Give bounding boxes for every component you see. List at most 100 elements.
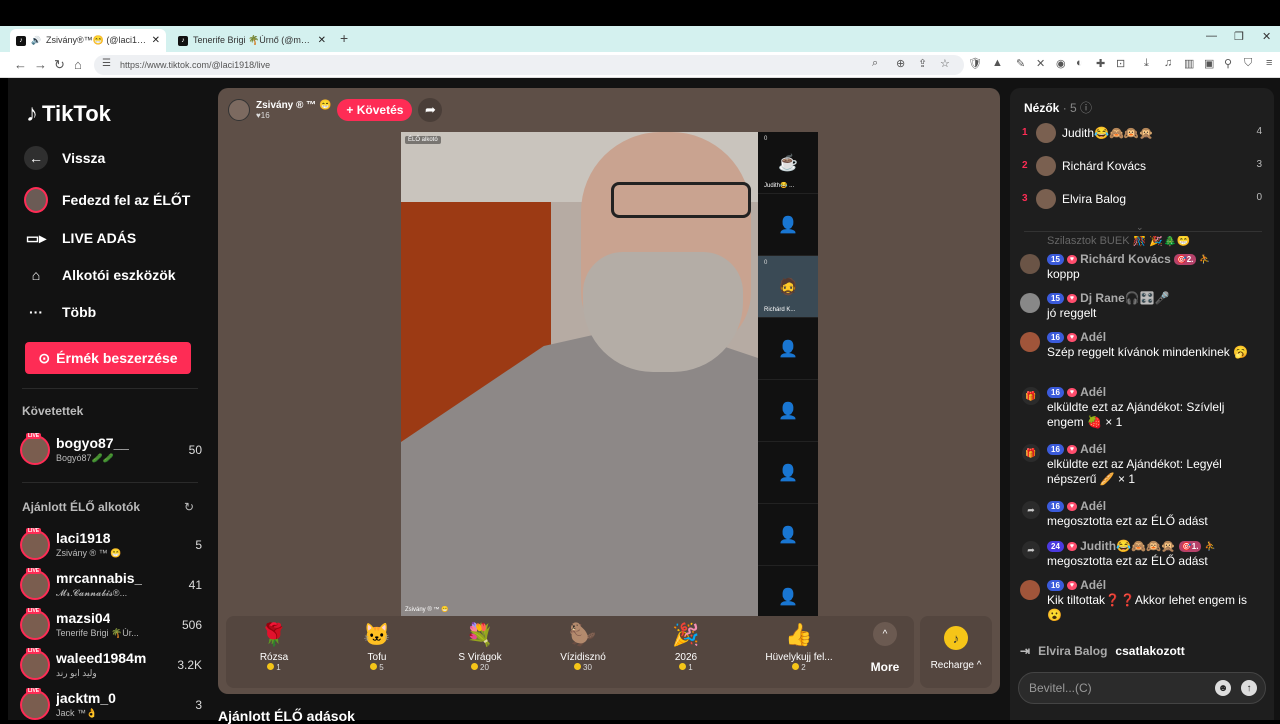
site-settings-icon[interactable]: ☰ (102, 58, 111, 69)
new-tab-icon[interactable]: + (340, 30, 348, 46)
recommended-account[interactable]: LIVE waleed1984m وليد ابو رند 3.2K (20, 648, 202, 684)
viewer-rank: 3 (1022, 193, 1028, 204)
refresh-icon[interactable]: ↻ (184, 500, 194, 514)
sidebar-item-more[interactable]: ··· Több (24, 300, 96, 324)
send-icon[interactable]: ↑ (1241, 680, 1257, 696)
forward-arrow-icon[interactable]: → (34, 57, 47, 72)
back-arrow-icon[interactable]: ← (14, 57, 27, 72)
account-subtitle: Zsivány ® ™ 😁 (56, 548, 122, 558)
guest-slot[interactable]: 0 🧔 Richárd K... (758, 256, 818, 318)
host-name[interactable]: Zsivány ® ™ 😁 (256, 100, 331, 111)
gift-item[interactable]: 💐 S Virágok 20 (432, 622, 528, 672)
close-tab-icon[interactable]: ✕ (152, 35, 160, 46)
gift-item[interactable]: 🐱 Tofu 5 (329, 622, 425, 672)
left-sidebar: ♪ TikTok ← Vissza Fedezd fel az ÉLŐT ▭▸ … (8, 78, 208, 720)
brave-shield-icon[interactable]: 🛡 (968, 57, 982, 70)
info-icon[interactable]: ⓘ (1080, 101, 1092, 115)
emoji-icon[interactable]: ☻ (1215, 680, 1231, 696)
viewer-score: 3 (1256, 159, 1262, 170)
video-glasses (611, 182, 751, 218)
sidebar-item-creator-tools[interactable]: ⌂ Alkotói eszközök (24, 263, 176, 287)
gift-icon: 🎁 (1022, 387, 1040, 405)
follow-button[interactable]: + Követés (337, 99, 413, 121)
guest-avatar: 🧔 (778, 278, 798, 296)
chat-username: Richárd Kovács (1080, 252, 1171, 266)
viewer-name: Judith😂🙈🙉🙊 (1062, 126, 1154, 140)
more-gifts-button[interactable]: ^ More (862, 622, 908, 674)
heart-badge-icon: ♥ (1066, 332, 1078, 342)
back-link[interactable]: ← Vissza (24, 146, 105, 170)
gift-item[interactable]: 🦫 Vízidisznó 30 (535, 622, 631, 672)
extension-icon[interactable]: ⊡ (1116, 57, 1125, 70)
viewer-row[interactable]: 2 Richárd Kovács 3 (1022, 154, 1262, 178)
wallet-icon[interactable]: ▣ (1204, 57, 1214, 70)
gift-price: 2 (801, 663, 806, 672)
recommended-account[interactable]: LIVE mazsi04 Tenerife Brigi 🌴Úr... 506 (20, 608, 202, 644)
sidebar-item-explore-live[interactable]: Fedezd fel az ÉLŐT (24, 187, 190, 213)
extension-icon[interactable]: ✎ (1016, 57, 1025, 70)
share-page-icon[interactable]: ⇪ (918, 57, 927, 70)
joined-user[interactable]: Elvira Balog (1038, 644, 1107, 658)
bookmark-star-icon[interactable]: ☆ (940, 57, 950, 70)
zoom-icon[interactable]: ⊕ (896, 57, 905, 70)
account-name: jacktm_0 (56, 690, 116, 706)
chat-input[interactable]: Bevitel...(C) ☻ ↑ (1018, 672, 1266, 704)
share-icon[interactable]: ➦ (418, 98, 443, 122)
get-coins-button[interactable]: ⊙ Érmék beszerzése (25, 342, 191, 374)
media-icon[interactable]: ♫ (1164, 57, 1172, 69)
sidebar-item-live-studio[interactable]: ▭▸ LIVE ADÁS (24, 226, 136, 250)
host-avatar[interactable] (228, 99, 250, 121)
recharge-button[interactable]: ♪ Recharge ^ (920, 616, 992, 688)
guest-slot[interactable]: 0 ☕ Judith😂 ... (758, 132, 818, 194)
browser-tab-active[interactable]: ♪ 🔊 Zsivány®™😁 (@laci1918) Éi ✕ (10, 29, 166, 52)
guest-slot-empty[interactable]: 👤 (758, 318, 818, 380)
recommended-account[interactable]: LIVE laci1918 Zsivány ® ™ 😁 5 (20, 528, 202, 564)
viewer-row[interactable]: 3 Elvira Balog 0 (1022, 187, 1262, 211)
tiktok-logo[interactable]: ♪ TikTok (26, 100, 111, 128)
puzzle-icon[interactable]: ✚ (1096, 57, 1105, 70)
guest-slot-empty[interactable]: 👤 (758, 442, 818, 504)
gift-item[interactable]: 🌹 Rózsa 1 (226, 622, 322, 672)
gift-item[interactable]: 🎉 2026 1 (638, 622, 734, 672)
heart-badge-icon: ♥ (1066, 541, 1078, 551)
recommended-account[interactable]: LIVE jacktm_0 Jack ™👌 3 (20, 688, 202, 724)
extension-icon[interactable]: ◐ (1076, 57, 1083, 69)
guest-avatar: ☕ (778, 154, 798, 172)
menu-icon[interactable]: ≡ (1266, 57, 1272, 69)
extension-icon[interactable]: ✕ (1036, 57, 1045, 70)
translate-icon[interactable]: ⌕ (872, 57, 878, 70)
account-name: laci1918 (56, 530, 111, 546)
recommended-heading: Ajánlott ÉLŐ alkotók (22, 500, 141, 514)
extension-icon[interactable]: ◉ (1056, 57, 1066, 70)
share-icon: ➦ (1022, 501, 1040, 519)
join-notice: ⇥ Elvira Balog csatlakozott (1020, 644, 1185, 658)
reload-icon[interactable]: ↻ (54, 57, 65, 73)
home-icon[interactable]: ⌂ (74, 57, 82, 72)
live-video[interactable]: ÉLŐ alkotó Zsivány ® ™ 😁 (401, 132, 758, 616)
recommended-account[interactable]: LIVE mrcannabis_ 𝓜𝓻.𝓒𝓪𝓷𝓷𝓪𝓫𝓲𝓼®... 41 (20, 568, 202, 604)
following-account[interactable]: LIVE bogyo87__ Bogyó87🥒🥒 50 (20, 433, 202, 469)
logo-text: TikTok (42, 101, 111, 126)
avatar (20, 610, 50, 640)
browser-tab[interactable]: ♪ Tenerife Brigi 🌴Úrnő (@mazsi04) Él ✕ (172, 29, 332, 52)
more-label: More (870, 660, 900, 674)
close-window-icon[interactable]: ✕ (1262, 30, 1271, 43)
sidebar-icon[interactable]: ▥ (1184, 57, 1194, 70)
download-icon[interactable]: ⤓ (1144, 57, 1149, 70)
guest-slot-empty[interactable]: 👤 (758, 380, 818, 442)
gift-item[interactable]: 👍 Hüvelykujj fel... 2 (746, 622, 852, 672)
extension-icon[interactable]: ⚲ (1224, 57, 1232, 70)
guest-slot-empty[interactable]: 👤 (758, 194, 818, 256)
viewer-row[interactable]: 1 Judith😂🙈🙉🙊 4 (1022, 121, 1262, 145)
level-badge: 15 (1047, 253, 1064, 265)
vpn-icon[interactable]: ⛉ (1244, 57, 1252, 70)
maximize-icon[interactable]: ❐ (1234, 30, 1244, 43)
close-tab-icon[interactable]: ✕ (318, 35, 326, 46)
url-field[interactable]: ☰ https://www.tiktok.com/@laci1918/live (94, 55, 964, 75)
rewards-icon[interactable]: ▲ (992, 57, 1003, 69)
minimize-icon[interactable]: — (1206, 30, 1217, 42)
avatar (1020, 254, 1040, 274)
speaker-icon: 🔊 (31, 36, 41, 45)
creator-tools-icon: ⌂ (31, 267, 41, 283)
guest-slot-empty[interactable]: 👤 (758, 504, 818, 566)
